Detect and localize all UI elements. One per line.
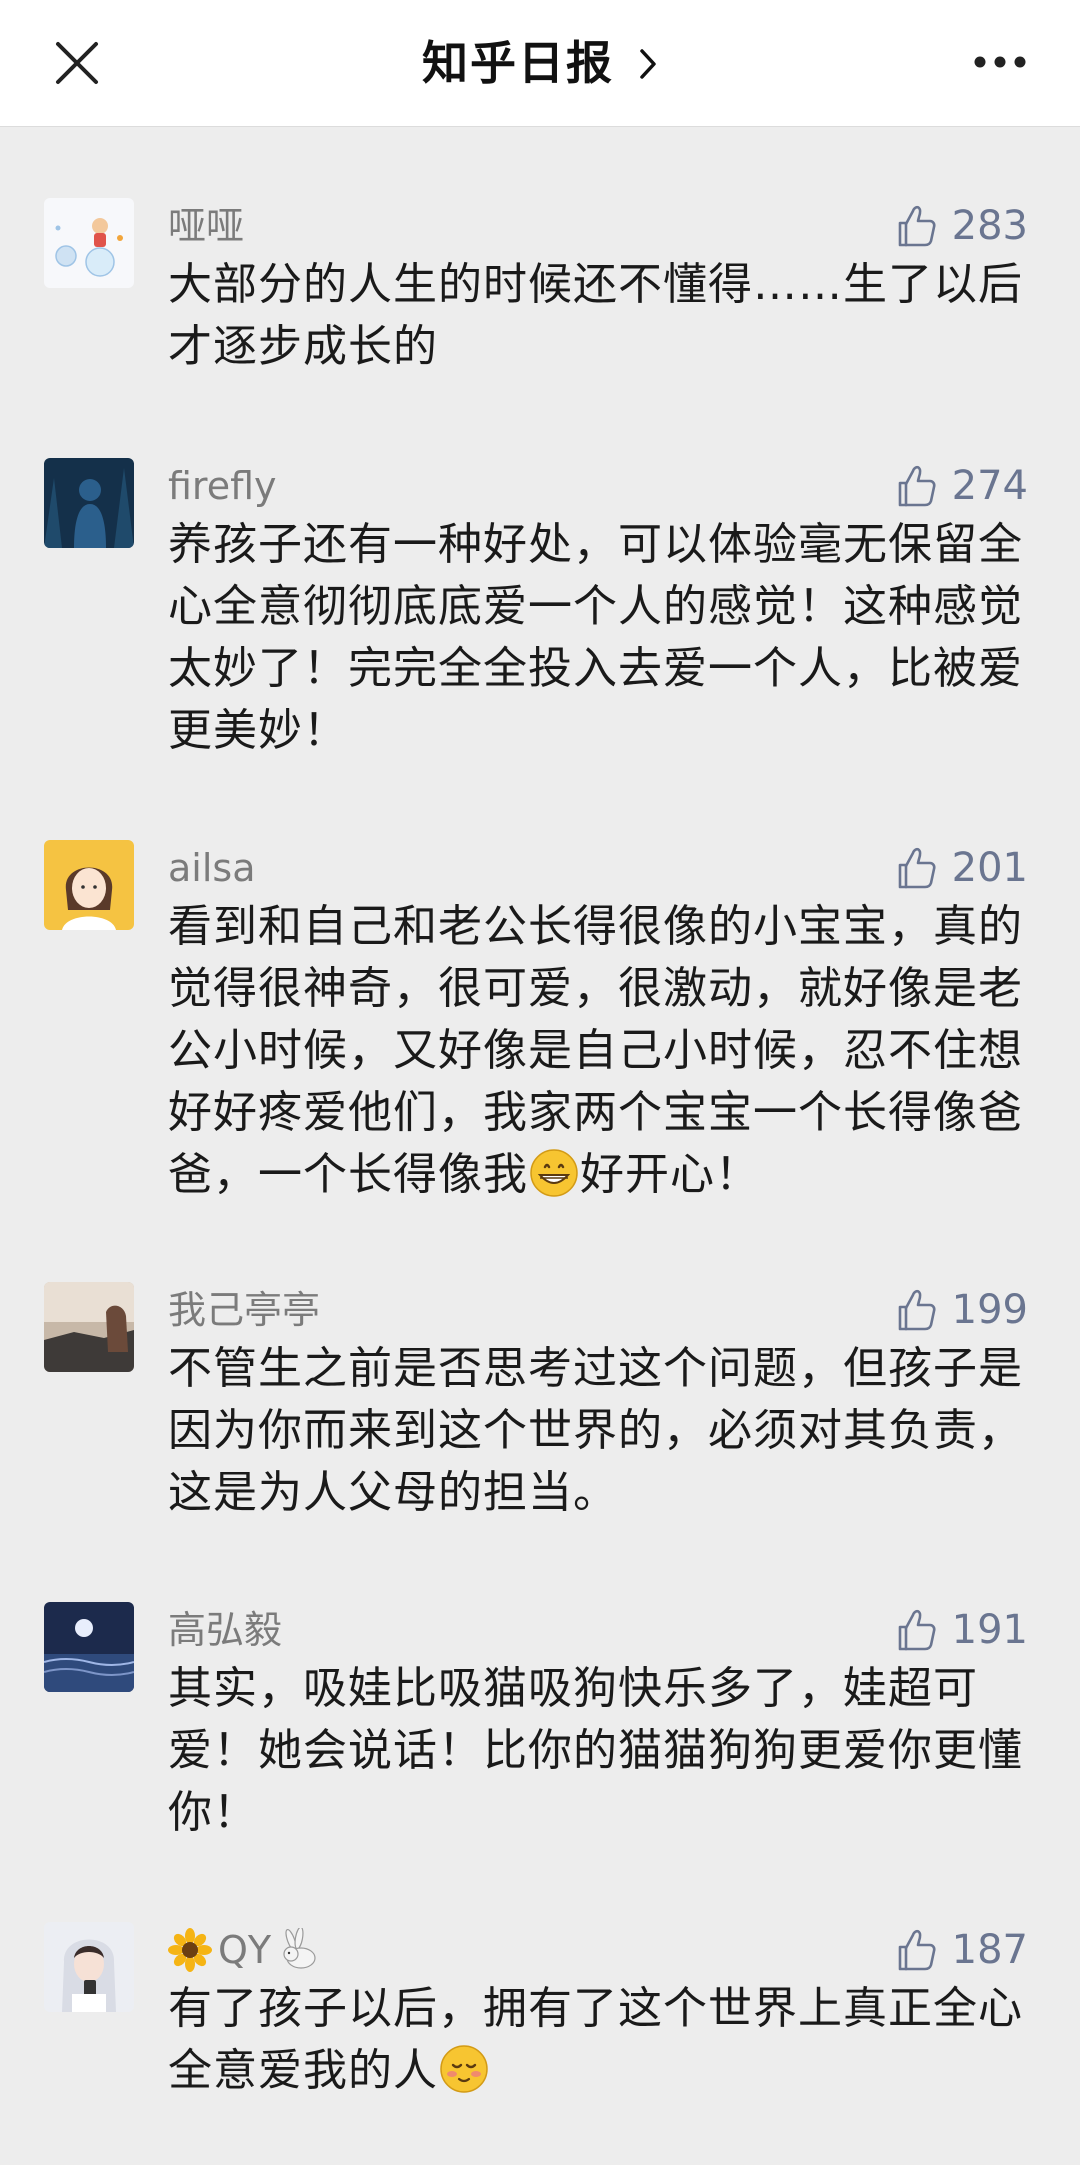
username-group[interactable]: QY xyxy=(168,1926,321,1974)
avatar[interactable] xyxy=(44,458,134,548)
comment-text: 其实，吸娃比吸猫吸狗快乐多了，娃超可爱！她会说话！比你的猫猫狗狗更爱你更懂你！ xyxy=(168,1663,1023,1838)
like-count: 187 xyxy=(951,1927,1028,1973)
grinning-face-emoji xyxy=(530,1149,578,1197)
like-count: 199 xyxy=(951,1287,1028,1333)
like-button[interactable]: 201 xyxy=(894,840,1028,896)
like-count: 283 xyxy=(951,203,1028,249)
avatar[interactable] xyxy=(44,198,134,288)
thumbs-up-icon xyxy=(898,465,936,507)
comment-meta: 哑哑 283 xyxy=(168,198,1028,254)
page-title[interactable]: 知乎日报 xyxy=(0,30,1080,96)
thumbs-up-icon xyxy=(898,847,936,889)
comment-meta: 高弘毅 191 xyxy=(168,1602,1028,1658)
chevron-right-icon xyxy=(640,48,656,79)
like-count: 191 xyxy=(951,1607,1028,1653)
thumbs-up-icon xyxy=(898,205,936,247)
thumbs-up-icon xyxy=(898,1929,936,1971)
like-button[interactable]: 187 xyxy=(894,1922,1028,1978)
comment-item: 哑哑 283 大部分的人生的时候还不懂得……生了以后才逐步成长的 xyxy=(0,198,1080,378)
page-title-text: 知乎日报 xyxy=(421,36,614,90)
like-button[interactable]: 191 xyxy=(894,1602,1028,1658)
username: QY xyxy=(218,1928,272,1972)
username[interactable]: firefly xyxy=(168,462,277,510)
comment-item: firefly 274 养孩子还有一种好处，可以体验毫无保留全心全意彻彻底底爱一… xyxy=(0,458,1080,762)
rabbit-emoji xyxy=(283,1928,316,1969)
like-count: 201 xyxy=(951,845,1028,891)
comment-item: ailsa 201 看到和自己和老公长得很像的小宝宝，真的觉得很神奇，很可爱，很… xyxy=(0,840,1080,1206)
comment-meta: 我己亭亭 199 xyxy=(168,1282,1028,1338)
username[interactable]: 哑哑 xyxy=(168,202,244,250)
thumbs-up-icon xyxy=(898,1289,936,1331)
avatar[interactable] xyxy=(44,1922,134,2012)
blushing-face-emoji xyxy=(440,2045,488,2093)
sunflower-emoji xyxy=(168,1928,212,1972)
username[interactable]: ailsa xyxy=(168,844,256,892)
comment-item: 高弘毅 191 其实，吸娃比吸猫吸狗快乐多了，娃超可爱！她会说话！比你的猫猫狗狗… xyxy=(0,1602,1080,1844)
comment-meta: firefly 274 xyxy=(168,458,1028,514)
comment-meta: ailsa 201 xyxy=(168,840,1028,896)
thumbs-up-icon xyxy=(898,1609,936,1651)
comment-text-body: 有了孩子以后，拥有了这个世界上真正全心全意爱我的人 xyxy=(168,1983,1023,2096)
avatar[interactable] xyxy=(44,1282,134,1372)
username[interactable]: 高弘毅 xyxy=(168,1606,282,1654)
comment-text: 有了孩子以后，拥有了这个世界上真正全心全意爱我的人 xyxy=(168,1978,1028,2102)
like-button[interactable]: 283 xyxy=(894,198,1028,254)
comment-text: 养孩子还有一种好处，可以体验毫无保留全心全意彻彻底底爱一个人的感觉！这种感觉太妙… xyxy=(168,519,1023,756)
more-dots-icon[interactable] xyxy=(972,54,1028,70)
username[interactable]: 我己亭亭 xyxy=(168,1286,320,1334)
comment-text: 大部分的人生的时候还不懂得……生了以后才逐步成长的 xyxy=(168,259,1023,372)
navbar: 知乎日报 xyxy=(0,0,1080,127)
comment-item: QY 187 有了孩子以后，拥有了这个世界上真正全心全意爱我的人 xyxy=(0,1922,1080,2102)
like-count: 274 xyxy=(951,463,1028,509)
comment-text: 不管生之前是否思考过这个问题，但孩子是因为你而来到这个世界的，必须对其负责，这是… xyxy=(168,1343,1023,1518)
like-button[interactable]: 199 xyxy=(894,1282,1028,1338)
comment-item: 我己亭亭 199 不管生之前是否思考过这个问题，但孩子是因为你而来到这个世界的，… xyxy=(0,1282,1080,1524)
avatar[interactable] xyxy=(44,840,134,930)
comment-meta: QY 187 xyxy=(168,1922,1028,1978)
like-button[interactable]: 274 xyxy=(894,458,1028,514)
comment-text: 看到和自己和老公长得很像的小宝宝，真的觉得很神奇，很可爱，很激动，就好像是老公小… xyxy=(168,896,1028,1206)
comment-text-tail: 好开心！ xyxy=(580,1149,760,1200)
avatar[interactable] xyxy=(44,1602,134,1692)
